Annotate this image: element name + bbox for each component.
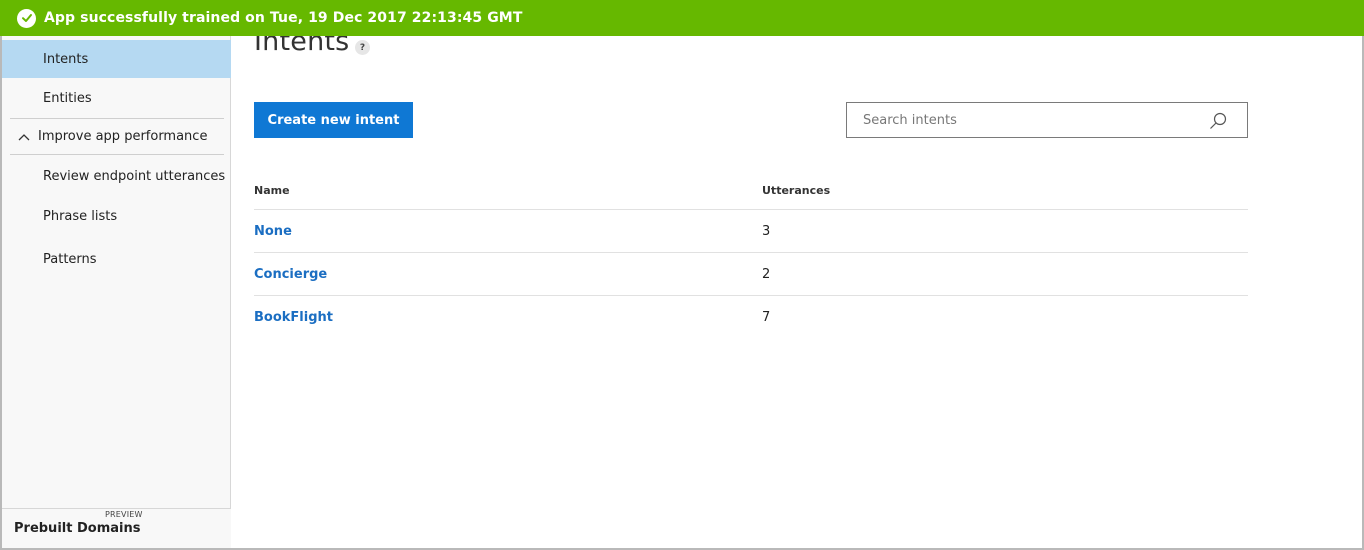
column-header-name[interactable]: Name <box>254 184 290 197</box>
sidebar: Intents Entities Improve app performance… <box>2 36 231 550</box>
sidebar-item-prebuilt-domains[interactable]: PREVIEW Prebuilt Domains <box>2 508 231 550</box>
help-icon[interactable]: ? <box>355 40 370 55</box>
sidebar-item-intents[interactable]: Intents <box>2 40 231 78</box>
intent-link[interactable]: BookFlight <box>254 310 333 325</box>
intent-link[interactable]: Concierge <box>254 267 327 282</box>
utterance-count: 7 <box>762 310 771 325</box>
training-notification-bar: App successfully trained on Tue, 19 Dec … <box>0 0 1364 36</box>
sidebar-item-label: Patterns <box>43 251 97 267</box>
sidebar-item-label: Phrase lists <box>43 208 118 224</box>
sidebar-item-phrase-lists[interactable]: Phrase lists <box>2 196 231 236</box>
sidebar-item-label: Intents <box>43 51 89 67</box>
sidebar-item-label: Entities <box>43 90 92 106</box>
checkmark-icon <box>17 8 36 28</box>
search-input[interactable] <box>861 104 1215 136</box>
search-box <box>846 102 1248 138</box>
preview-badge: PREVIEW <box>105 510 143 519</box>
main-content: Intents ? Create new intent Name Utteran… <box>254 0 1254 550</box>
notification-message: App successfully trained on Tue, 19 Dec … <box>44 10 523 26</box>
utterance-count: 3 <box>762 224 771 239</box>
table-row: Concierge 2 <box>254 253 1248 296</box>
sidebar-section-improve-app-performance[interactable]: Improve app performance <box>10 118 224 155</box>
prebuilt-domains-label: Prebuilt Domains <box>14 521 141 536</box>
sidebar-item-entities[interactable]: Entities <box>2 79 231 117</box>
chevron-up-icon <box>10 133 38 141</box>
table-row: BookFlight 7 <box>254 296 1248 339</box>
utterance-count: 2 <box>762 267 771 282</box>
sidebar-item-patterns[interactable]: Patterns <box>2 238 231 280</box>
sidebar-item-review-endpoint-utterances[interactable]: Review endpoint utterances <box>2 156 231 196</box>
sidebar-section-label: Improve app performance <box>38 129 208 144</box>
column-header-utterances[interactable]: Utterances <box>762 184 830 197</box>
create-new-intent-button[interactable]: Create new intent <box>254 102 413 138</box>
search-icon[interactable] <box>1209 112 1227 130</box>
sidebar-item-label: Review endpoint utterances <box>43 168 226 184</box>
table-header: Name Utterances <box>254 168 1248 210</box>
intent-link[interactable]: None <box>254 224 292 239</box>
intents-table: Name Utterances None 3 Concierge 2 BookF… <box>254 168 1248 339</box>
table-row: None 3 <box>254 210 1248 253</box>
